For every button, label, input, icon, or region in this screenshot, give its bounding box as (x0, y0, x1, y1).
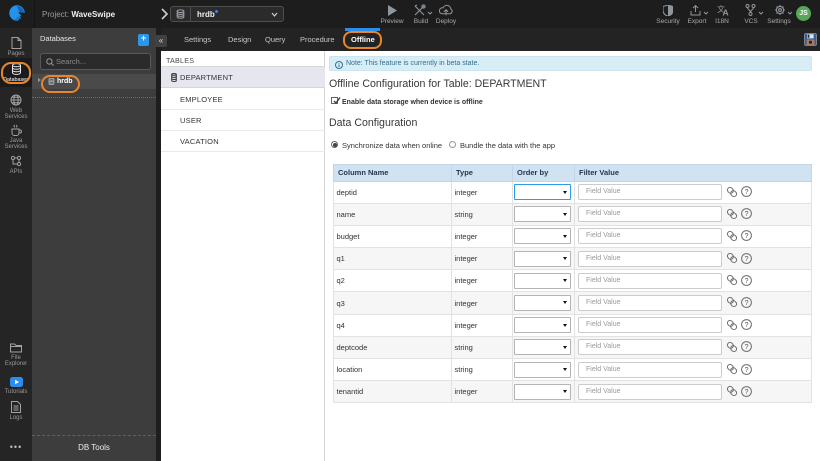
svg-text:?: ? (745, 389, 749, 396)
svg-text:?: ? (745, 322, 749, 329)
svg-text:?: ? (745, 367, 749, 374)
svg-text:?: ? (745, 211, 749, 218)
svg-text:?: ? (745, 256, 749, 263)
svg-text:?: ? (745, 344, 749, 351)
svg-text:?: ? (745, 300, 749, 307)
svg-text:A: A (723, 7, 729, 16)
svg-text:?: ? (745, 278, 749, 285)
svg-text:?: ? (745, 189, 749, 196)
svg-text:?: ? (745, 233, 749, 240)
